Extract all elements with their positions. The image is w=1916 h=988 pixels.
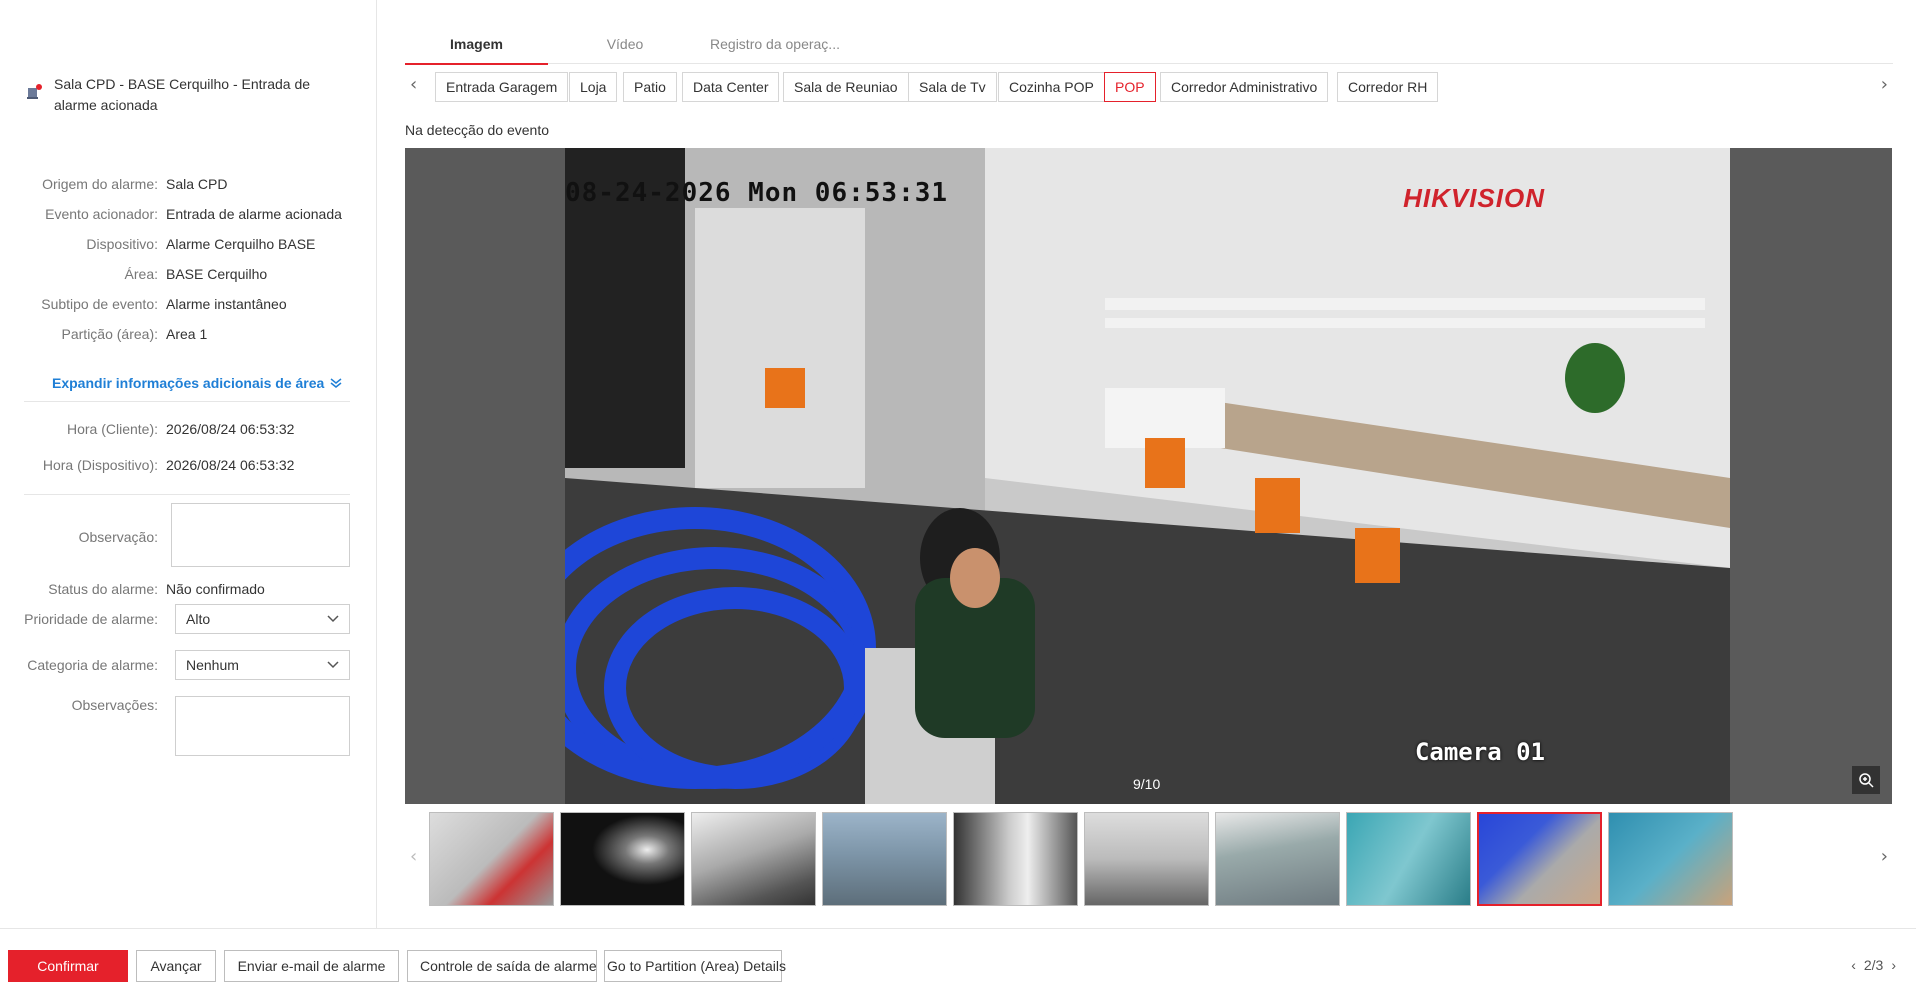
alarm-output-control-button[interactable]: Controle de saída de alarme (407, 950, 597, 982)
chevron-down-icon (327, 615, 339, 623)
event-subtype-value: Alarme instantâneo (166, 296, 287, 312)
thumbnail-active[interactable] (1477, 812, 1602, 906)
time-device-label: Hora (Dispositivo): (42, 457, 158, 473)
chevron-left-icon[interactable]: ‹ (1851, 957, 1856, 973)
send-alarm-email-button[interactable]: Enviar e-mail de alarme (224, 950, 399, 982)
thumbnail[interactable] (560, 812, 685, 906)
tab-video[interactable]: Vídeo (580, 24, 670, 64)
trigger-event-label: Evento acionador: (45, 206, 158, 222)
thumbnail-strip: ‹ › (405, 812, 1893, 908)
event-detection-label: Na detecção do evento (405, 122, 549, 138)
category-select[interactable]: Nenhum (175, 650, 350, 680)
alarm-status-row: Status do alarme: Não confirmado (24, 581, 364, 597)
camera-button[interactable]: Cozinha POP (998, 72, 1105, 102)
camera-button-active[interactable]: POP (1104, 72, 1156, 102)
page-indicator: 2/3 (1863, 957, 1884, 973)
image-counter: 9/10 (1133, 776, 1161, 792)
expand-area-info-link[interactable]: Expandir informações adicionais de área (52, 375, 342, 391)
camera-button[interactable]: Data Center (682, 72, 780, 102)
area-row: Área: BASE Cerquilho (24, 266, 364, 282)
camera-button[interactable]: Corredor RH (1337, 72, 1439, 102)
chevron-left-icon[interactable]: ‹ (410, 74, 417, 95)
divider (24, 401, 350, 402)
media-tabs: Imagem Vídeo Registro da operaç... (405, 24, 1893, 65)
next-button[interactable]: Avançar (136, 950, 216, 982)
camera-strip: ‹ Entrada Garagem Loja Patio Data Center… (405, 72, 1893, 104)
device-row: Dispositivo: Alarme Cerquilho BASE (24, 236, 364, 252)
event-subtype-row: Subtipo de evento: Alarme instantâneo (24, 296, 364, 312)
expand-area-info-label: Expandir informações adicionais de área (52, 375, 325, 391)
priority-select[interactable]: Alto (175, 604, 350, 634)
camera-button[interactable]: Corredor Administrativo (1160, 72, 1329, 102)
zoom-in-icon (1859, 773, 1874, 788)
partition-row: Partição (área): Area 1 (24, 326, 364, 342)
trigger-event-row: Evento acionador: Entrada de alarme acio… (24, 206, 364, 222)
alarm-source-row: Origem do alarme: Sala CPD (24, 176, 364, 192)
trigger-event-value: Entrada de alarme acionada (166, 206, 342, 222)
divider (24, 494, 350, 495)
partition-value: Area 1 (166, 326, 208, 342)
alarm-title: Sala CPD - BASE Cerquilho - Entrada de a… (26, 74, 356, 116)
area-value: BASE Cerquilho (166, 266, 268, 282)
thumbnail[interactable] (1084, 812, 1209, 906)
camera-name-overlay: Camera 01 (1414, 738, 1545, 766)
chevron-right-icon[interactable]: › (1881, 846, 1888, 867)
thumbnail[interactable] (953, 812, 1078, 906)
time-device-row: Hora (Dispositivo): 2026/08/24 06:53:32 (24, 457, 364, 473)
partition-label: Partição (área): (61, 326, 158, 342)
thumbnail[interactable] (1608, 812, 1733, 906)
thumbnail[interactable] (691, 812, 816, 906)
thumbnail[interactable] (429, 812, 554, 906)
area-label: Área: (124, 266, 158, 282)
priority-select-value: Alto (186, 611, 211, 627)
category-label: Categoria de alarme: (27, 657, 158, 673)
chevron-down-icon (327, 661, 339, 669)
category-select-value: Nenhum (186, 657, 239, 673)
time-client-row: Hora (Cliente): 2026/08/24 06:53:32 (24, 421, 364, 437)
alarm-status-value: Não confirmado (166, 581, 265, 597)
thumbnail[interactable] (822, 812, 947, 906)
alarm-bell-icon (26, 84, 42, 100)
observation-label: Observação: (78, 529, 158, 545)
snapshot-illustration (565, 148, 1730, 804)
alarm-status-label: Status do alarme: (48, 581, 158, 597)
camera-button[interactable]: Loja (569, 72, 618, 102)
alarm-source-value: Sala CPD (166, 176, 228, 192)
image-viewer[interactable]: 08-24-2026 Mon 06:53:31 HIKVISION Camera… (405, 148, 1892, 804)
observation-textarea[interactable] (171, 503, 350, 567)
chevron-right-icon[interactable]: › (1881, 74, 1888, 95)
alarm-pager: ‹ 2/3 › (1851, 957, 1896, 973)
device-label: Dispositivo: (86, 236, 158, 252)
remarks-label: Observações: (71, 697, 158, 713)
priority-label: Prioridade de alarme: (24, 611, 158, 627)
alarm-source-label: Origem do alarme: (42, 176, 158, 192)
device-value: Alarme Cerquilho BASE (166, 236, 316, 252)
alarm-title-text: Sala CPD - BASE Cerquilho - Entrada de a… (54, 76, 311, 113)
camera-button[interactable]: Sala de Tv (908, 72, 997, 102)
remarks-textarea[interactable] (175, 696, 350, 756)
snapshot-timestamp: 08-24-2026 Mon 06:53:31 (565, 178, 949, 208)
time-client-label: Hora (Cliente): (66, 421, 158, 437)
brand-watermark: HIKVISION (1403, 183, 1545, 213)
camera-button[interactable]: Entrada Garagem (435, 72, 569, 102)
action-bar: Confirmar Avançar Enviar e-mail de alarm… (0, 928, 1916, 988)
chevron-left-icon[interactable]: ‹ (410, 846, 417, 867)
alarm-details-panel: Sala CPD - BASE Cerquilho - Entrada de a… (0, 0, 377, 928)
zoom-button[interactable] (1852, 766, 1880, 794)
camera-button[interactable]: Sala de Reuniao (783, 72, 909, 102)
chevron-right-icon[interactable]: › (1891, 957, 1896, 973)
confirm-button[interactable]: Confirmar (8, 950, 128, 982)
time-client-value: 2026/08/24 06:53:32 (166, 421, 295, 437)
double-chevron-down-icon (330, 378, 342, 388)
camera-snapshot: 08-24-2026 Mon 06:53:31 HIKVISION Camera… (565, 148, 1730, 804)
camera-button[interactable]: Patio (623, 72, 677, 102)
thumbnail[interactable] (1346, 812, 1471, 906)
time-device-value: 2026/08/24 06:53:32 (166, 457, 295, 473)
partition-details-button[interactable]: Go to Partition (Area) Details (604, 950, 786, 982)
event-subtype-label: Subtipo de evento: (41, 296, 158, 312)
tab-image[interactable]: Imagem (405, 24, 548, 65)
tab-operation-log[interactable]: Registro da operaç... (685, 24, 865, 64)
thumbnail[interactable] (1215, 812, 1340, 906)
